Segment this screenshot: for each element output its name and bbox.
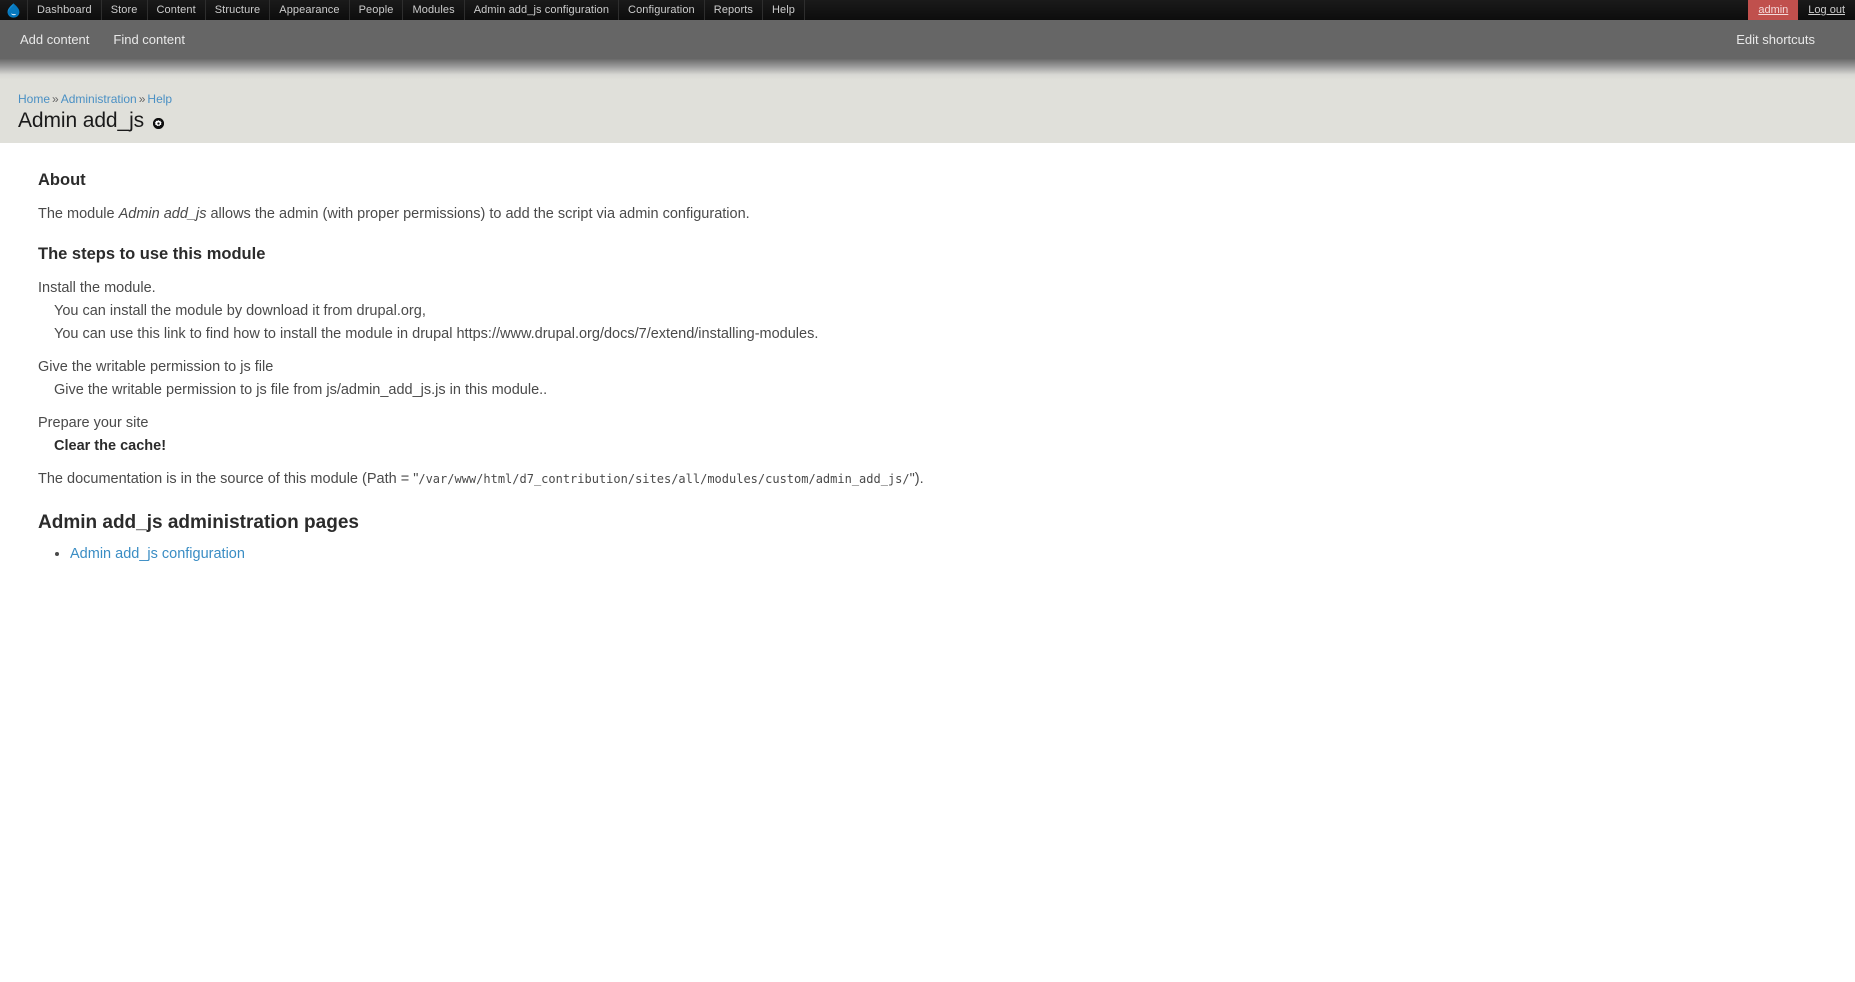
- page-header: Home» Administration» Help Admin add_js: [0, 80, 1855, 143]
- page-title-row: Admin add_js: [18, 109, 1837, 133]
- documentation-path: /var/www/html/d7_contribution/sites/all/…: [418, 472, 910, 486]
- step-detail-install-download: You can install the module by download i…: [54, 303, 426, 319]
- toolbar-item-modules[interactable]: Modules: [403, 0, 465, 20]
- shortcut-find-content[interactable]: Find content: [113, 32, 185, 47]
- step-detail-install-link: You can use this link to find how to ins…: [54, 326, 819, 342]
- admin-add-js-configuration-link[interactable]: Admin add_js configuration: [70, 546, 245, 562]
- toolbar-item-appearance[interactable]: Appearance: [270, 0, 350, 20]
- about-text-before: The module: [38, 206, 119, 222]
- breadcrumb-item-home[interactable]: Home: [18, 92, 50, 106]
- toolbar-user-area: admin Log out: [1748, 0, 1855, 20]
- drupal-droplet-icon: [7, 2, 20, 18]
- about-heading: About: [38, 171, 86, 189]
- logout-link[interactable]: Log out: [1798, 0, 1855, 20]
- toolbar-item-configuration[interactable]: Configuration: [619, 0, 705, 20]
- documentation-suffix: ").: [909, 471, 924, 487]
- main-content: About The module Admin add_js allows the…: [0, 143, 1855, 564]
- step-title-permission: Give the writable permission to js file: [38, 359, 274, 375]
- shortcut-add-content[interactable]: Add content: [20, 32, 89, 47]
- step-title-install: Install the module.: [38, 280, 156, 296]
- shortcut-bar: Add content Find content Edit shortcuts: [0, 20, 1855, 59]
- page-title: Admin add_js: [18, 109, 145, 132]
- admin-pages-list: Admin add_js configuration: [38, 544, 1817, 564]
- breadcrumb-item-administration[interactable]: Administration: [61, 92, 137, 106]
- breadcrumb-separator: »: [138, 92, 146, 106]
- step-detail-clear-cache: Clear the cache!: [54, 438, 167, 454]
- toolbar-item-content[interactable]: Content: [148, 0, 206, 20]
- toolbar-item-people[interactable]: People: [350, 0, 404, 20]
- steps-heading: The steps to use this module: [38, 245, 266, 263]
- toolbar-item-store[interactable]: Store: [102, 0, 148, 20]
- breadcrumb-separator: »: [52, 92, 59, 106]
- documentation-paragraph: The documentation is in the source of th…: [38, 469, 1817, 489]
- toolbar-item-admin-add-js-configuration[interactable]: Admin add_js configuration: [465, 0, 620, 20]
- about-text-after: allows the admin (with proper permission…: [206, 206, 750, 222]
- list-item: Admin add_js configuration: [70, 544, 1817, 564]
- drupal-logo-link[interactable]: [0, 0, 28, 20]
- toolbar-item-reports[interactable]: Reports: [705, 0, 763, 20]
- breadcrumb-item-help[interactable]: Help: [147, 92, 172, 106]
- documentation-prefix: The documentation is in the source of th…: [38, 471, 419, 487]
- toolbar-item-structure[interactable]: Structure: [206, 0, 271, 20]
- step-detail-permission: Give the writable permission to js file …: [54, 382, 548, 398]
- about-emphasis: Admin add_js: [118, 206, 207, 222]
- toolbar-menu: Dashboard Store Content Structure Appear…: [0, 0, 806, 20]
- edit-shortcuts-link[interactable]: Edit shortcuts: [1736, 32, 1815, 47]
- gear-circle-icon[interactable]: [153, 117, 165, 129]
- step-title-prepare: Prepare your site: [38, 415, 149, 431]
- breadcrumb: Home» Administration» Help: [18, 92, 1837, 106]
- admin-toolbar: Dashboard Store Content Structure Appear…: [0, 0, 1855, 20]
- toolbar-item-dashboard[interactable]: Dashboard: [28, 0, 102, 20]
- user-account-link[interactable]: admin: [1748, 0, 1799, 20]
- admin-pages-heading: Admin add_js administration pages: [38, 512, 359, 533]
- toolbar-item-help[interactable]: Help: [763, 0, 806, 20]
- about-paragraph: The module Admin add_js allows the admin…: [38, 204, 1817, 224]
- shortcut-bar-fade: [0, 59, 1855, 80]
